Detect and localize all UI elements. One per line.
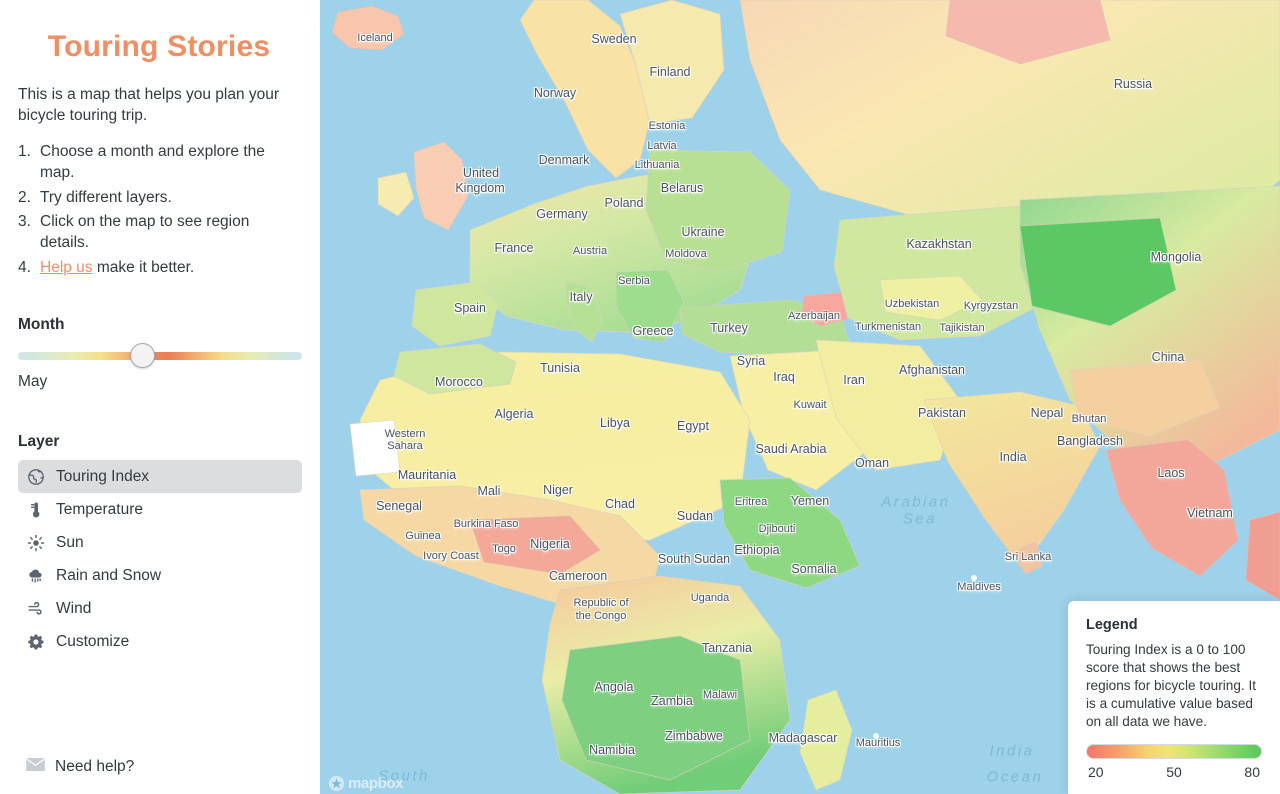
app-root: Touring Stories This is a map that helps… [0,0,1280,794]
sidebar-item-sun[interactable]: Sun [18,526,302,559]
sidebar-item-wind[interactable]: Wind [18,592,302,625]
sun-icon [26,533,45,552]
cloud-rain-icon [26,566,45,585]
need-help-label: Need help? [55,758,135,775]
mapbox-logo-text: mapbox [348,775,404,792]
step-text: Try different layers. [40,188,172,206]
layer-section: Layer Touring Index Temperature Sun Rain… [18,433,302,658]
legend-panel: Legend Touring Index is a 0 to 100 score… [1068,600,1280,794]
sidebar-item-rain-and-snow[interactable]: Rain and Snow [18,559,302,592]
need-help-link[interactable]: Need help? [26,758,134,776]
sidebar-item-label: Wind [56,599,92,617]
legend-tick-high: 80 [1244,764,1260,780]
month-slider-thumb[interactable] [130,343,155,368]
list-item: Try different layers. [18,187,300,209]
legend-ticks: 20 50 80 [1086,764,1262,780]
legend-gradient-bar [1086,744,1262,759]
gear-icon [26,632,45,651]
sidebar: Touring Stories This is a map that helps… [0,0,320,794]
mapbox-mark-icon [328,775,345,792]
legend-tick-low: 20 [1088,764,1104,780]
steps-list: Choose a month and explore the map. Try … [18,141,300,279]
sidebar-item-label: Temperature [56,500,144,518]
layer-heading: Layer [18,433,60,450]
list-item: Choose a month and explore the map. [18,141,300,184]
month-section: Month May [18,316,302,391]
intro-text: This is a map that helps you plan your b… [18,86,280,125]
legend-description: Touring Index is a 0 to 100 score that s… [1086,641,1257,729]
sidebar-item-customize[interactable]: Customize [18,625,302,658]
help-us-link[interactable]: Help us [40,259,93,276]
list-item: Help us make it better. [18,257,300,279]
step-text: Choose a month and explore the map. [40,142,265,182]
sidebar-item-temperature[interactable]: Temperature [18,493,302,526]
wind-icon [26,599,45,618]
legend-tick-mid: 50 [1166,764,1182,780]
step-text: Click on the map to see region details. [40,212,250,252]
month-heading: Month [18,316,65,333]
legend-title: Legend [1086,616,1138,633]
month-slider[interactable] [18,343,302,369]
sidebar-item-touring-index[interactable]: Touring Index [18,460,302,493]
mapbox-logo[interactable]: mapbox [328,775,404,792]
month-value-label: May [18,373,48,390]
page-title: Touring Stories [47,30,271,63]
envelope-icon [26,758,45,776]
list-item: Click on the map to see region details. [18,211,300,254]
month-slider-track[interactable] [18,352,302,360]
globe-icon [26,467,45,486]
sidebar-item-label: Customize [56,632,130,650]
thermometer-icon [26,500,45,519]
sidebar-item-label: Rain and Snow [56,566,162,584]
map-canvas[interactable]: Iceland Sweden Finland Norway Russia Estonia L… [320,0,1280,794]
sidebar-item-label: Touring Index [56,467,150,485]
step-text: make it better. [96,258,195,276]
sidebar-item-label: Sun [56,533,84,551]
